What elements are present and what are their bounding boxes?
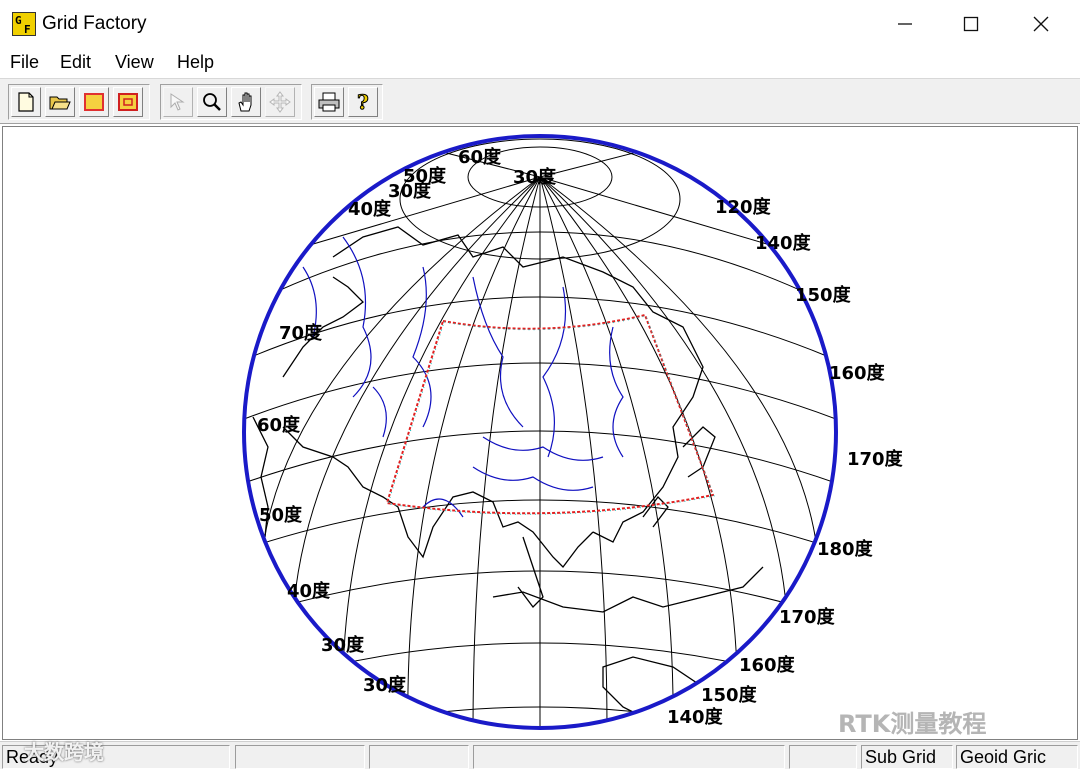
svg-text:?: ? [357,91,369,113]
menu-bar: File Edit View Help [0,48,1080,78]
zoom-magnifier-icon [203,93,221,111]
menu-help[interactable]: Help [177,52,214,73]
lon-label: 150度 [701,684,758,706]
maximize-icon [963,16,979,32]
new-file-icon [18,92,34,112]
title-bar: G F Grid Factory [0,0,1080,48]
print-button[interactable] [314,87,344,117]
sub-rectangle-button[interactable] [113,87,143,117]
map-view[interactable]: 60度 30度 50度 40度 30度 120度 140度 150度 160度 … [2,126,1078,740]
grid-factory-icon: G F [12,12,36,36]
watermark: RTK测量教程 [838,710,987,738]
status-pane-empty [369,745,469,769]
move-button[interactable] [265,87,295,117]
window-title: Grid Factory [42,13,147,34]
status-pane-empty [789,745,857,769]
lat-label: 70度 [279,322,323,344]
maximize-button[interactable] [936,0,1006,48]
help-button[interactable]: ? [348,87,378,117]
minimize-icon [898,23,912,25]
lat-label: 50度 [259,504,303,526]
lon-label: 170度 [847,448,904,470]
toolbar-group-file [8,84,150,120]
rectangle-button[interactable] [79,87,109,117]
status-geoid-grid: Geoid Gric [956,745,1078,769]
lon-label: 150度 [795,284,852,306]
lon-label: 140度 [667,706,724,728]
lon-label: 180度 [817,538,874,560]
status-pane-empty [235,745,365,769]
menu-file[interactable]: File [10,52,39,73]
lat-label: 50度 [403,165,447,187]
select-arrow-icon [170,93,185,111]
lon-label: 170度 [779,606,836,628]
select-button[interactable] [163,87,193,117]
move-crosshair-icon [269,91,291,113]
close-button[interactable] [1006,0,1076,48]
lon-label: 160度 [739,654,796,676]
status-pane-empty [473,745,785,769]
help-question-icon: ? [357,91,370,113]
watermark: 大数跨境 [24,740,104,764]
toolbar-group-view [160,84,302,120]
lat-label: 30度 [363,674,407,696]
open-button[interactable] [45,87,75,117]
lat-label: 40度 [348,198,392,220]
menu-edit[interactable]: Edit [60,52,91,73]
minimize-button[interactable] [870,0,940,48]
sub-rectangle-icon [118,93,138,111]
lat-label: 30度 [321,634,365,656]
pan-hand-icon [238,92,252,112]
pan-button[interactable] [231,87,261,117]
toolbar: ? [0,78,1080,124]
lat-label: 60度 [257,414,301,436]
zoom-button[interactable] [197,87,227,117]
lon-label: 140度 [755,232,812,254]
globe-map[interactable]: 60度 30度 50度 40度 30度 120度 140度 150度 160度 … [3,127,1078,740]
status-bar: Ready Sub Grid Geoid Gric [0,741,1080,769]
lat-label: 40度 [287,580,331,602]
rivers [302,236,624,518]
lat-label: 30度 [513,166,557,188]
lon-label: 160度 [829,362,886,384]
rectangle-icon [84,93,104,111]
toolbar-group-misc: ? [311,84,383,120]
menu-view[interactable]: View [115,52,154,73]
lat-label: 60度 [458,146,502,168]
status-sub-grid: Sub Grid [861,745,953,769]
new-button[interactable] [11,87,41,117]
open-folder-icon [49,96,71,110]
print-icon [318,92,340,112]
close-icon [1033,16,1049,32]
lon-label: 120度 [715,196,772,218]
